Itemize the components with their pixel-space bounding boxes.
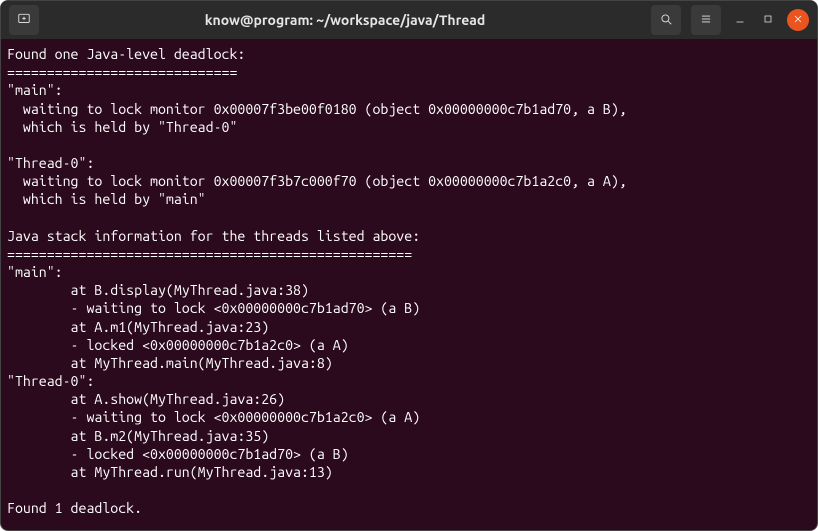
new-tab-button[interactable] (9, 5, 39, 35)
close-button[interactable] (787, 9, 809, 31)
terminal-line: - locked <0x00000000c7b1ad70> (a B) (7, 445, 811, 463)
terminal-line: "Thread-0": (7, 372, 811, 390)
terminal-line: "Thread-0": (7, 154, 811, 172)
terminal-line: which is held by "main" (7, 190, 811, 208)
search-button[interactable] (651, 5, 681, 35)
terminal-line: - locked <0x00000000c7b1a2c0> (a A) (7, 336, 811, 354)
terminal-line: waiting to lock monitor 0x00007f3be00f01… (7, 100, 811, 118)
new-tab-icon (17, 12, 31, 29)
maximize-button[interactable] (759, 12, 777, 28)
terminal-line: at B.m2(MyThread.java:35) (7, 427, 811, 445)
terminal-line: Found 1 deadlock. (7, 499, 811, 517)
terminal-line: at A.m1(MyThread.java:23) (7, 318, 811, 336)
terminal-line (7, 481, 811, 499)
terminal-line: ========================================… (7, 245, 811, 263)
terminal-line: "main": (7, 81, 811, 99)
close-icon (792, 12, 804, 28)
terminal-line: Found one Java-level deadlock: (7, 45, 811, 63)
terminal-line (7, 209, 811, 227)
window-title: know@program: ~/workspace/java/Thread (47, 12, 643, 28)
hamburger-icon (699, 12, 713, 29)
maximize-icon (762, 12, 774, 28)
terminal-window: know@program: ~/workspace/java/Thread (0, 0, 818, 531)
terminal-line: - waiting to lock <0x00000000c7b1a2c0> (… (7, 408, 811, 426)
terminal-line: - waiting to lock <0x00000000c7b1ad70> (… (7, 299, 811, 317)
terminal-output[interactable]: Found one Java-level deadlock:==========… (1, 39, 817, 530)
terminal-line: "main": (7, 263, 811, 281)
terminal-line: which is held by "Thread-0" (7, 118, 811, 136)
terminal-line: at MyThread.main(MyThread.java:8) (7, 354, 811, 372)
terminal-line: at A.show(MyThread.java:26) (7, 390, 811, 408)
terminal-line: at B.display(MyThread.java:38) (7, 281, 811, 299)
titlebar: know@program: ~/workspace/java/Thread (1, 1, 817, 39)
minimize-button[interactable] (731, 12, 749, 28)
search-icon (659, 12, 673, 29)
terminal-line: ============================= (7, 63, 811, 81)
terminal-line: Java stack information for the threads l… (7, 227, 811, 245)
terminal-line (7, 136, 811, 154)
minimize-icon (734, 12, 746, 28)
terminal-line: waiting to lock monitor 0x00007f3b7c000f… (7, 172, 811, 190)
terminal-line: at MyThread.run(MyThread.java:13) (7, 463, 811, 481)
menu-button[interactable] (691, 5, 721, 35)
